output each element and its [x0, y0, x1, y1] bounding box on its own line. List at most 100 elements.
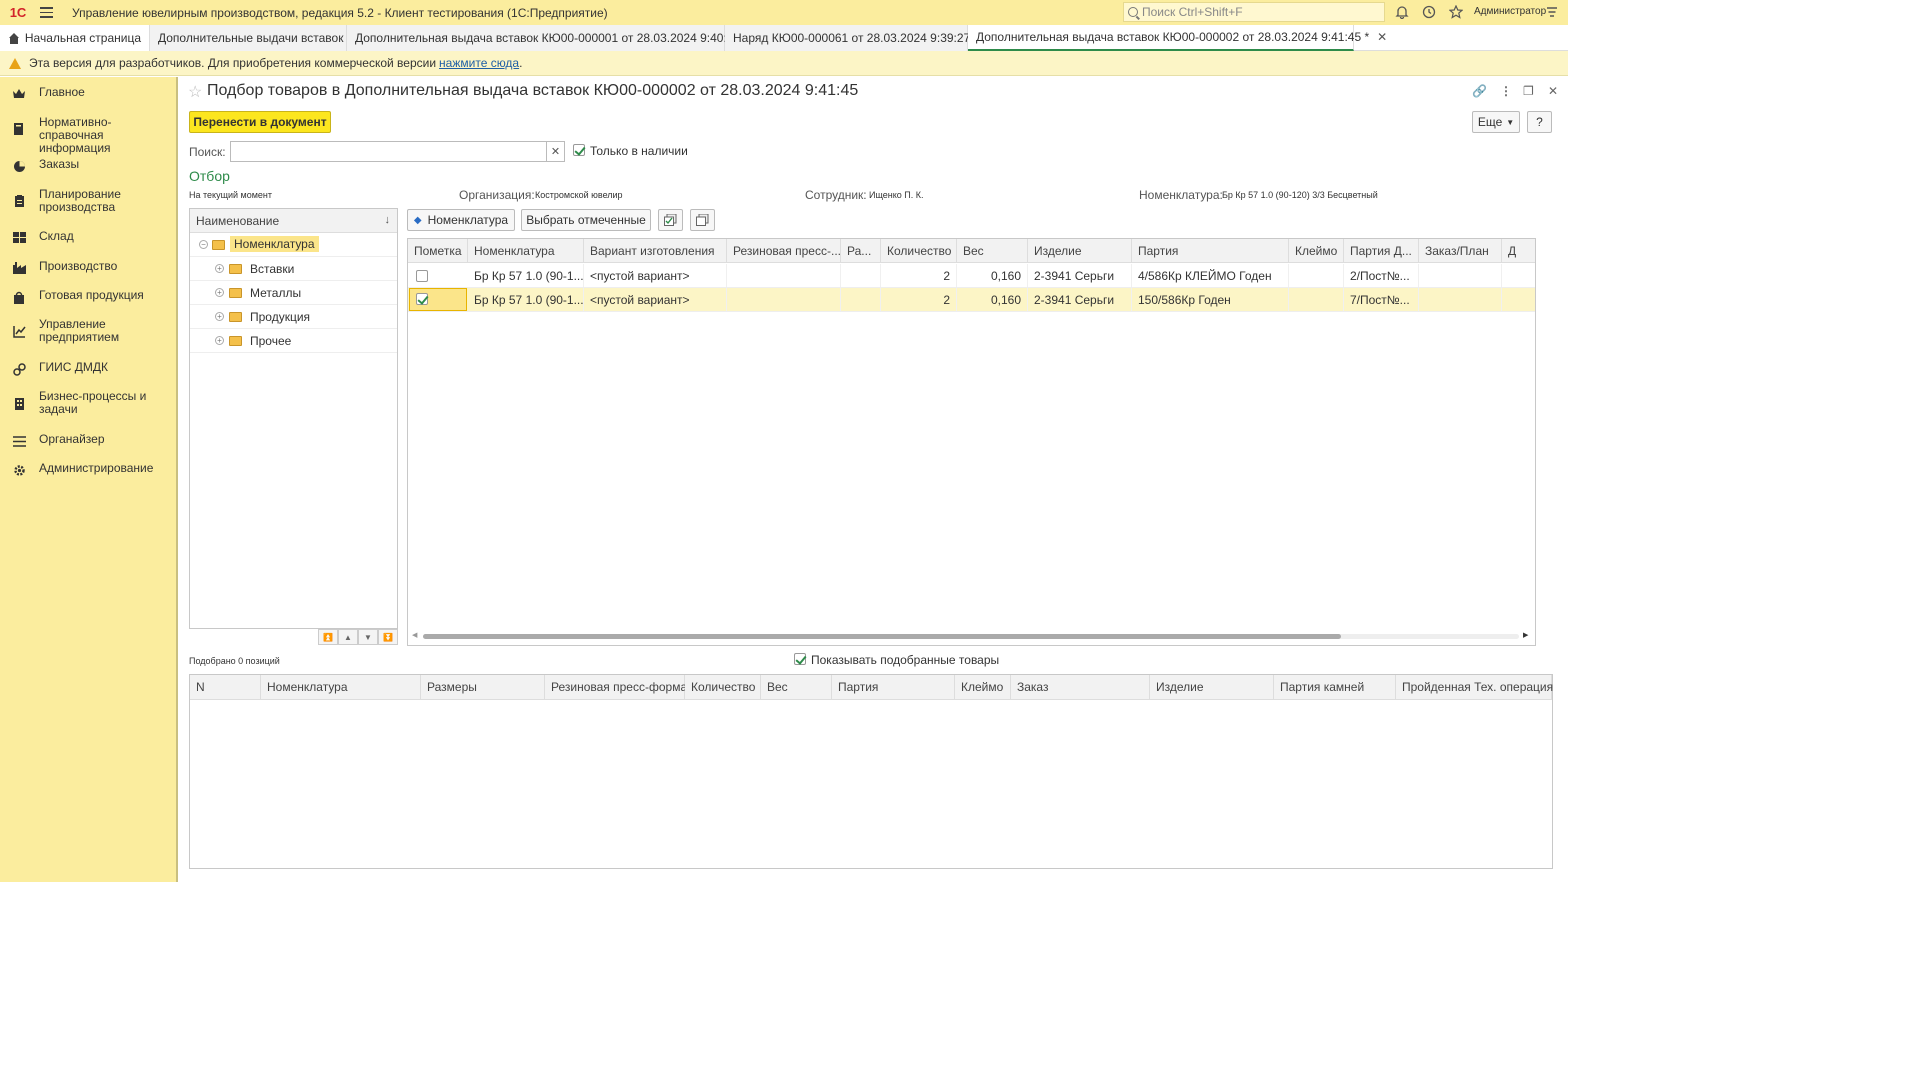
column-header[interactable]: Вес — [761, 675, 832, 700]
maximize-icon[interactable]: ❐ — [1523, 84, 1534, 98]
row-mark-checkbox[interactable] — [416, 293, 428, 305]
move-up-icon[interactable]: ▲ — [338, 629, 358, 645]
check-all-icon[interactable] — [658, 209, 683, 231]
organization-label: Организация: — [459, 188, 535, 202]
tab-order-000061[interactable]: Наряд КЮ00-000061 от 28.03.2024 9:39:27✕ — [725, 25, 988, 51]
expand-icon[interactable]: + — [215, 288, 224, 297]
column-header[interactable]: Партия Д... — [1344, 239, 1419, 263]
column-header[interactable]: Количество — [881, 239, 957, 263]
column-header[interactable]: Партия камней — [1274, 675, 1396, 700]
tree-item-metals[interactable]: + Металлы — [190, 282, 397, 305]
folder-icon — [229, 312, 242, 322]
main-menu-icon[interactable] — [40, 0, 62, 25]
tab-issue-000001[interactable]: Дополнительная выдача вставок КЮ00-00000… — [347, 25, 758, 51]
row-mark-checkbox[interactable] — [416, 270, 428, 282]
select-marked-button[interactable]: Выбрать отмеченные — [521, 209, 651, 231]
column-header[interactable]: Партия — [832, 675, 955, 700]
column-header[interactable]: Номенклатура — [261, 675, 421, 700]
column-header[interactable]: Партия — [1132, 239, 1289, 263]
help-button[interactable]: ? — [1527, 111, 1552, 133]
column-header[interactable]: Количество — [685, 675, 761, 700]
tree-item-products[interactable]: + Продукция — [190, 306, 397, 329]
tree-item-inserts[interactable]: + Вставки — [190, 258, 397, 281]
favorite-star-icon[interactable]: ☆ — [188, 82, 202, 102]
expand-icon[interactable]: + — [215, 336, 224, 345]
organization-value[interactable]: Костромской ювелир — [535, 190, 623, 200]
tab-additional-issues-list[interactable]: Дополнительные выдачи вставок✕ — [150, 25, 362, 51]
column-header[interactable]: Клеймо — [1289, 239, 1344, 263]
employee-value[interactable]: Ищенко П. К. — [869, 190, 924, 200]
column-header[interactable]: Вариант изготовления — [584, 239, 727, 263]
tab-home[interactable]: Начальная страница — [0, 25, 150, 51]
tree-header[interactable]: Наименование ↓ — [190, 209, 397, 233]
global-search-input[interactable]: Поиск Ctrl+Shift+F — [1123, 2, 1385, 22]
sort-arrow-icon[interactable]: ↓ — [385, 214, 391, 226]
column-header[interactable]: Изделие — [1150, 675, 1274, 700]
cell-order — [1419, 288, 1502, 311]
tab-issue-000002[interactable]: Дополнительная выдача вставок КЮ00-00000… — [968, 25, 1387, 51]
move-top-icon[interactable]: ⏫ — [318, 629, 338, 645]
user-name[interactable]: Администратор — [1474, 6, 1546, 17]
column-header[interactable]: Номенклатура — [468, 239, 584, 263]
table-row[interactable]: Бр Кр 57 1.0 (90-1... <пустой вариант> 2… — [408, 288, 1535, 312]
cell-d — [1502, 288, 1535, 311]
column-header[interactable]: N — [190, 675, 261, 700]
folder-icon — [229, 336, 242, 346]
horizontal-scrollbar[interactable] — [423, 634, 1519, 639]
column-header[interactable]: Ра... — [841, 239, 881, 263]
column-header[interactable]: Заказ — [1011, 675, 1150, 700]
show-picked-checkbox[interactable] — [794, 653, 806, 665]
tree-item-other[interactable]: + Прочее — [190, 330, 397, 353]
column-header[interactable]: Резиновая пресс-форма — [545, 675, 687, 700]
column-header[interactable]: Пройденная Тех. операция — [1396, 675, 1553, 700]
chart-icon — [12, 324, 26, 338]
transfer-to-document-button[interactable]: Перенести в документ — [189, 111, 331, 133]
nomenclature-filter-value[interactable]: Бр Кр 57 1.0 (90-120) 3/3 Бесцветный — [1222, 190, 1378, 200]
column-header[interactable]: Вес — [957, 239, 1028, 263]
link-copy-icon[interactable]: 🔗 — [1472, 84, 1487, 98]
column-header[interactable]: Резиновая пресс-... — [727, 239, 841, 263]
scrollbar-thumb[interactable] — [423, 634, 1341, 639]
move-down-icon[interactable]: ▼ — [358, 629, 378, 645]
table-row[interactable]: Бр Кр 57 1.0 (90-1... <пустой вариант> 2… — [408, 264, 1535, 288]
uncheck-all-icon[interactable] — [690, 209, 715, 231]
expand-icon[interactable]: + — [215, 312, 224, 321]
collapse-icon[interactable]: − — [199, 240, 208, 249]
scroll-left-icon[interactable]: ◀ — [412, 631, 417, 639]
close-icon[interactable]: ✕ — [1377, 30, 1387, 44]
buy-link[interactable]: нажмите сюда — [439, 56, 519, 70]
column-header[interactable]: Размеры — [421, 675, 545, 700]
more-button[interactable]: Еще ▼ — [1472, 111, 1520, 133]
history-icon[interactable] — [1421, 4, 1437, 20]
app-title: Управление ювелирным производством, реда… — [72, 5, 608, 20]
search-input[interactable] — [230, 141, 547, 162]
cell-press-form — [727, 264, 841, 287]
cell-quantity: 2 — [881, 288, 957, 311]
tab-label: Наряд КЮ00-000061 от 28.03.2024 9:39:27 — [733, 31, 971, 45]
folder-icon — [229, 288, 242, 298]
bell-icon[interactable] — [1394, 4, 1410, 20]
column-header[interactable]: Д — [1502, 239, 1535, 263]
close-window-icon[interactable]: ✕ — [1548, 84, 1558, 98]
cell-item: 2-3941 Серьги — [1028, 264, 1132, 287]
sidebar-item-label: Нормативно-справочная информация — [39, 115, 112, 155]
only-in-stock-checkbox[interactable] — [573, 144, 585, 156]
tree-item-root[interactable]: − Номенклатура — [190, 234, 397, 257]
nomenclature-button[interactable]: ◆ Номенклатура — [407, 209, 515, 231]
notice-tail: . — [519, 56, 523, 70]
column-header[interactable]: Заказ/План — [1419, 239, 1502, 263]
column-header[interactable]: Изделие — [1028, 239, 1132, 263]
move-bottom-icon[interactable]: ⏬ — [378, 629, 398, 645]
expand-icon[interactable]: + — [215, 264, 224, 273]
column-header[interactable]: Клеймо — [955, 675, 1011, 700]
form-title: Подбор товаров в Дополнительная выдача в… — [207, 82, 859, 99]
cell-stamp — [1289, 264, 1344, 287]
scroll-right-icon[interactable]: ▶ — [1523, 631, 1528, 639]
settings-lines-icon[interactable] — [1544, 4, 1560, 20]
column-header[interactable]: Пометка — [408, 239, 468, 263]
search-clear-button[interactable]: ✕ — [546, 141, 565, 162]
favorites-star-icon[interactable] — [1448, 4, 1464, 20]
more-vertical-icon[interactable]: ⋮ — [1500, 84, 1512, 98]
more-button-label: Еще — [1477, 115, 1503, 129]
tab-label: Начальная страница — [24, 31, 141, 45]
